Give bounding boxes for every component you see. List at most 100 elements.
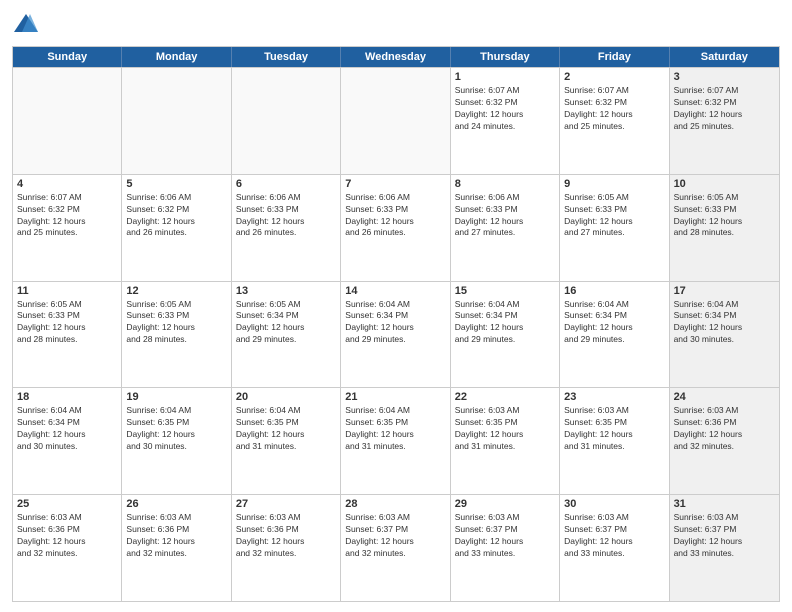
day-info: Sunrise: 6:03 AM Sunset: 6:37 PM Dayligh…: [345, 512, 445, 560]
day-cell-17: 17 Sunrise: 6:04 AM Sunset: 6:34 PM Dayli…: [670, 282, 779, 388]
day-number: 15: [455, 285, 555, 297]
day-cell-11: 11 Sunrise: 6:05 AM Sunset: 6:33 PM Dayli…: [13, 282, 122, 388]
day-info: Sunrise: 6:03 AM Sunset: 6:37 PM Dayligh…: [674, 512, 775, 560]
day-cell-27: 27 Sunrise: 6:03 AM Sunset: 6:36 PM Dayli…: [232, 495, 341, 601]
day-cell-10: 10 Sunrise: 6:05 AM Sunset: 6:33 PM Dayli…: [670, 175, 779, 281]
day-cell-2: 2 Sunrise: 6:07 AM Sunset: 6:32 PM Daylig…: [560, 68, 669, 174]
day-info: Sunrise: 6:03 AM Sunset: 6:35 PM Dayligh…: [564, 405, 664, 453]
day-cell-29: 29 Sunrise: 6:03 AM Sunset: 6:37 PM Dayli…: [451, 495, 560, 601]
day-cell-28: 28Sunrise: 6:03 AM Sunset: 6:37 PM Dayli…: [341, 495, 450, 601]
day-info: Sunrise: 6:03 AM Sunset: 6:37 PM Dayligh…: [455, 512, 555, 560]
empty-cell: [122, 68, 231, 174]
header-day-tuesday: Tuesday: [232, 47, 341, 67]
day-cell-5: 5 Sunrise: 6:06 AM Sunset: 6:32 PM Daylig…: [122, 175, 231, 281]
day-cell-30: 30Sunrise: 6:03 AM Sunset: 6:37 PM Dayli…: [560, 495, 669, 601]
day-number: 25: [17, 498, 117, 510]
calendar-row-3: 11 Sunrise: 6:05 AM Sunset: 6:33 PM Dayli…: [13, 281, 779, 388]
day-info: Sunrise: 6:03 AM Sunset: 6:35 PM Dayligh…: [455, 405, 555, 453]
day-info: Sunrise: 6:03 AM Sunset: 6:36 PM Dayligh…: [126, 512, 226, 560]
day-number: 31: [674, 498, 775, 510]
day-info: Sunrise: 6:07 AM Sunset: 6:32 PM Dayligh…: [564, 85, 664, 133]
day-info: Sunrise: 6:04 AM Sunset: 6:35 PM Dayligh…: [126, 405, 226, 453]
day-number: 17: [674, 285, 775, 297]
day-number: 23: [564, 391, 664, 403]
empty-cell: [232, 68, 341, 174]
day-info: Sunrise: 6:03 AM Sunset: 6:36 PM Dayligh…: [674, 405, 775, 453]
calendar-header: SundayMondayTuesdayWednesdayThursdayFrid…: [13, 47, 779, 67]
day-number: 11: [17, 285, 117, 297]
day-info: Sunrise: 6:07 AM Sunset: 6:32 PM Dayligh…: [674, 85, 775, 133]
day-cell-25: 25 Sunrise: 6:03 AM Sunset: 6:36 PM Dayli…: [13, 495, 122, 601]
day-cell-16: 16Sunrise: 6:04 AM Sunset: 6:34 PM Dayli…: [560, 282, 669, 388]
day-info: Sunrise: 6:04 AM Sunset: 6:35 PM Dayligh…: [236, 405, 336, 453]
day-info: Sunrise: 6:06 AM Sunset: 6:32 PM Dayligh…: [126, 192, 226, 240]
day-number: 4: [17, 178, 117, 190]
calendar-row-5: 25 Sunrise: 6:03 AM Sunset: 6:36 PM Dayli…: [13, 494, 779, 601]
day-info: Sunrise: 6:06 AM Sunset: 6:33 PM Dayligh…: [455, 192, 555, 240]
day-number: 2: [564, 71, 664, 83]
day-number: 9: [564, 178, 664, 190]
day-number: 30: [564, 498, 664, 510]
header-day-sunday: Sunday: [13, 47, 122, 67]
day-cell-9: 9 Sunrise: 6:05 AM Sunset: 6:33 PM Daylig…: [560, 175, 669, 281]
day-cell-24: 24 Sunrise: 6:03 AM Sunset: 6:36 PM Dayli…: [670, 388, 779, 494]
day-number: 10: [674, 178, 775, 190]
day-cell-21: 21 Sunrise: 6:04 AM Sunset: 6:35 PM Dayli…: [341, 388, 450, 494]
day-info: Sunrise: 6:04 AM Sunset: 6:34 PM Dayligh…: [674, 299, 775, 347]
logo-icon: [12, 10, 40, 38]
day-info: Sunrise: 6:05 AM Sunset: 6:33 PM Dayligh…: [564, 192, 664, 240]
header-day-wednesday: Wednesday: [341, 47, 450, 67]
empty-cell: [13, 68, 122, 174]
day-info: Sunrise: 6:05 AM Sunset: 6:33 PM Dayligh…: [17, 299, 117, 347]
day-number: 18: [17, 391, 117, 403]
day-cell-31: 31 Sunrise: 6:03 AM Sunset: 6:37 PM Dayli…: [670, 495, 779, 601]
day-number: 27: [236, 498, 336, 510]
day-info: Sunrise: 6:04 AM Sunset: 6:34 PM Dayligh…: [455, 299, 555, 347]
day-cell-14: 14 Sunrise: 6:04 AM Sunset: 6:34 PM Dayli…: [341, 282, 450, 388]
day-info: Sunrise: 6:05 AM Sunset: 6:34 PM Dayligh…: [236, 299, 336, 347]
day-info: Sunrise: 6:04 AM Sunset: 6:34 PM Dayligh…: [564, 299, 664, 347]
day-info: Sunrise: 6:06 AM Sunset: 6:33 PM Dayligh…: [345, 192, 445, 240]
day-info: Sunrise: 6:03 AM Sunset: 6:36 PM Dayligh…: [17, 512, 117, 560]
day-cell-20: 20 Sunrise: 6:04 AM Sunset: 6:35 PM Dayli…: [232, 388, 341, 494]
day-number: 20: [236, 391, 336, 403]
day-cell-13: 13 Sunrise: 6:05 AM Sunset: 6:34 PM Dayli…: [232, 282, 341, 388]
day-number: 12: [126, 285, 226, 297]
day-number: 14: [345, 285, 445, 297]
day-cell-26: 26Sunrise: 6:03 AM Sunset: 6:36 PM Dayli…: [122, 495, 231, 601]
day-number: 1: [455, 71, 555, 83]
day-cell-19: 19Sunrise: 6:04 AM Sunset: 6:35 PM Dayli…: [122, 388, 231, 494]
day-info: Sunrise: 6:04 AM Sunset: 6:34 PM Dayligh…: [345, 299, 445, 347]
day-number: 21: [345, 391, 445, 403]
day-info: Sunrise: 6:06 AM Sunset: 6:33 PM Dayligh…: [236, 192, 336, 240]
header-day-monday: Monday: [122, 47, 231, 67]
day-cell-3: 3 Sunrise: 6:07 AM Sunset: 6:32 PM Daylig…: [670, 68, 779, 174]
day-number: 13: [236, 285, 336, 297]
header-day-thursday: Thursday: [451, 47, 560, 67]
day-number: 29: [455, 498, 555, 510]
logo: [12, 10, 46, 38]
day-cell-4: 4Sunrise: 6:07 AM Sunset: 6:32 PM Daylig…: [13, 175, 122, 281]
day-info: Sunrise: 6:03 AM Sunset: 6:36 PM Dayligh…: [236, 512, 336, 560]
header: [12, 10, 780, 38]
day-info: Sunrise: 6:04 AM Sunset: 6:35 PM Dayligh…: [345, 405, 445, 453]
day-number: 3: [674, 71, 775, 83]
day-info: Sunrise: 6:04 AM Sunset: 6:34 PM Dayligh…: [17, 405, 117, 453]
day-number: 6: [236, 178, 336, 190]
day-number: 7: [345, 178, 445, 190]
calendar-body: 1 Sunrise: 6:07 AM Sunset: 6:32 PM Daylig…: [13, 67, 779, 601]
header-day-friday: Friday: [560, 47, 669, 67]
calendar-row-1: 1 Sunrise: 6:07 AM Sunset: 6:32 PM Daylig…: [13, 67, 779, 174]
day-cell-18: 18 Sunrise: 6:04 AM Sunset: 6:34 PM Dayli…: [13, 388, 122, 494]
day-cell-8: 8Sunrise: 6:06 AM Sunset: 6:33 PM Daylig…: [451, 175, 560, 281]
calendar: SundayMondayTuesdayWednesdayThursdayFrid…: [12, 46, 780, 602]
calendar-row-2: 4Sunrise: 6:07 AM Sunset: 6:32 PM Daylig…: [13, 174, 779, 281]
day-number: 24: [674, 391, 775, 403]
page: SundayMondayTuesdayWednesdayThursdayFrid…: [0, 0, 792, 612]
day-number: 5: [126, 178, 226, 190]
day-cell-22: 22Sunrise: 6:03 AM Sunset: 6:35 PM Dayli…: [451, 388, 560, 494]
header-day-saturday: Saturday: [670, 47, 779, 67]
day-cell-15: 15 Sunrise: 6:04 AM Sunset: 6:34 PM Dayli…: [451, 282, 560, 388]
empty-cell: [341, 68, 450, 174]
day-info: Sunrise: 6:05 AM Sunset: 6:33 PM Dayligh…: [674, 192, 775, 240]
